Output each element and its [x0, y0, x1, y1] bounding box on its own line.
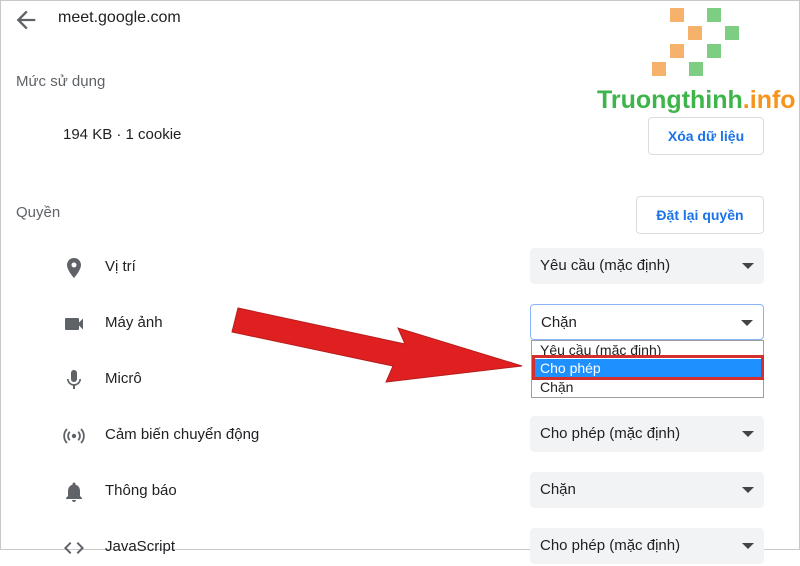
permissions-heading: Quyền	[16, 204, 61, 221]
permission-row-notifications: Thông báo Chặn	[0, 470, 800, 510]
permission-row-motion-sensors: Cảm biến chuyển động Cho phép (mặc định)	[0, 414, 800, 454]
back-button[interactable]	[12, 6, 40, 34]
javascript-select[interactable]: Cho phép (mặc định)	[530, 528, 764, 564]
caret-down-icon	[742, 543, 754, 549]
javascript-select-value: Cho phép (mặc định)	[540, 537, 681, 554]
motion-sensor-icon	[63, 428, 85, 444]
dropdown-option-allow[interactable]: Cho phép	[532, 359, 763, 377]
microphone-icon	[67, 370, 81, 389]
usage-heading: Mức sử dụng	[16, 73, 106, 90]
annotation-arrow-icon	[231, 307, 523, 383]
arrow-left-icon	[16, 10, 36, 30]
logo-squares-icon	[652, 8, 739, 76]
permission-label-camera: Máy ảnh	[105, 314, 163, 331]
caret-down-icon	[742, 263, 754, 269]
motion-sensors-select-value: Cho phép (mặc định)	[540, 425, 681, 442]
location-pin-icon	[67, 258, 81, 278]
permission-label-notifications: Thông báo	[105, 482, 177, 499]
dropdown-option-ask[interactable]: Yêu cầu (mặc định)	[532, 341, 763, 359]
permission-row-javascript: JavaScript Cho phép (mặc định)	[0, 526, 800, 566]
permission-label-location: Vị trí	[105, 258, 136, 275]
watermark-suffix: .info	[742, 86, 796, 114]
watermark-text: Truongthinh.info	[597, 86, 796, 115]
notifications-select[interactable]: Chặn	[530, 472, 764, 508]
camera-icon	[65, 318, 83, 330]
caret-down-icon	[742, 487, 754, 493]
camera-select[interactable]: Chặn	[530, 304, 764, 340]
caret-down-icon	[742, 431, 754, 437]
permission-row-location: Vị trí Yêu cầu (mặc định)	[0, 246, 800, 286]
permission-label-motion-sensors: Cảm biến chuyển động	[105, 426, 260, 443]
code-icon	[64, 542, 84, 554]
motion-sensors-select[interactable]: Cho phép (mặc định)	[530, 416, 764, 452]
location-select[interactable]: Yêu cầu (mặc định)	[530, 248, 764, 284]
dropdown-option-block[interactable]: Chặn	[532, 378, 763, 396]
camera-dropdown-list: Yêu cầu (mặc định) Cho phép Chặn	[531, 340, 764, 398]
reset-permissions-button[interactable]: Đặt lại quyền	[636, 196, 764, 234]
notifications-select-value: Chặn	[540, 481, 576, 498]
bell-icon	[66, 482, 82, 502]
permission-label-microphone: Micrô	[105, 370, 142, 387]
site-title: meet.google.com	[58, 9, 181, 26]
watermark-logo: Truongthinh.info	[590, 4, 800, 114]
permission-label-javascript: JavaScript	[105, 538, 176, 555]
camera-select-value: Chặn	[541, 314, 577, 331]
watermark-brand: Truongthinh	[597, 86, 743, 114]
clear-data-button[interactable]: Xóa dữ liệu	[648, 117, 764, 155]
location-select-value: Yêu cầu (mặc định)	[540, 257, 671, 274]
usage-summary: 194 KB · 1 cookie	[63, 126, 182, 143]
caret-down-icon	[741, 320, 753, 326]
